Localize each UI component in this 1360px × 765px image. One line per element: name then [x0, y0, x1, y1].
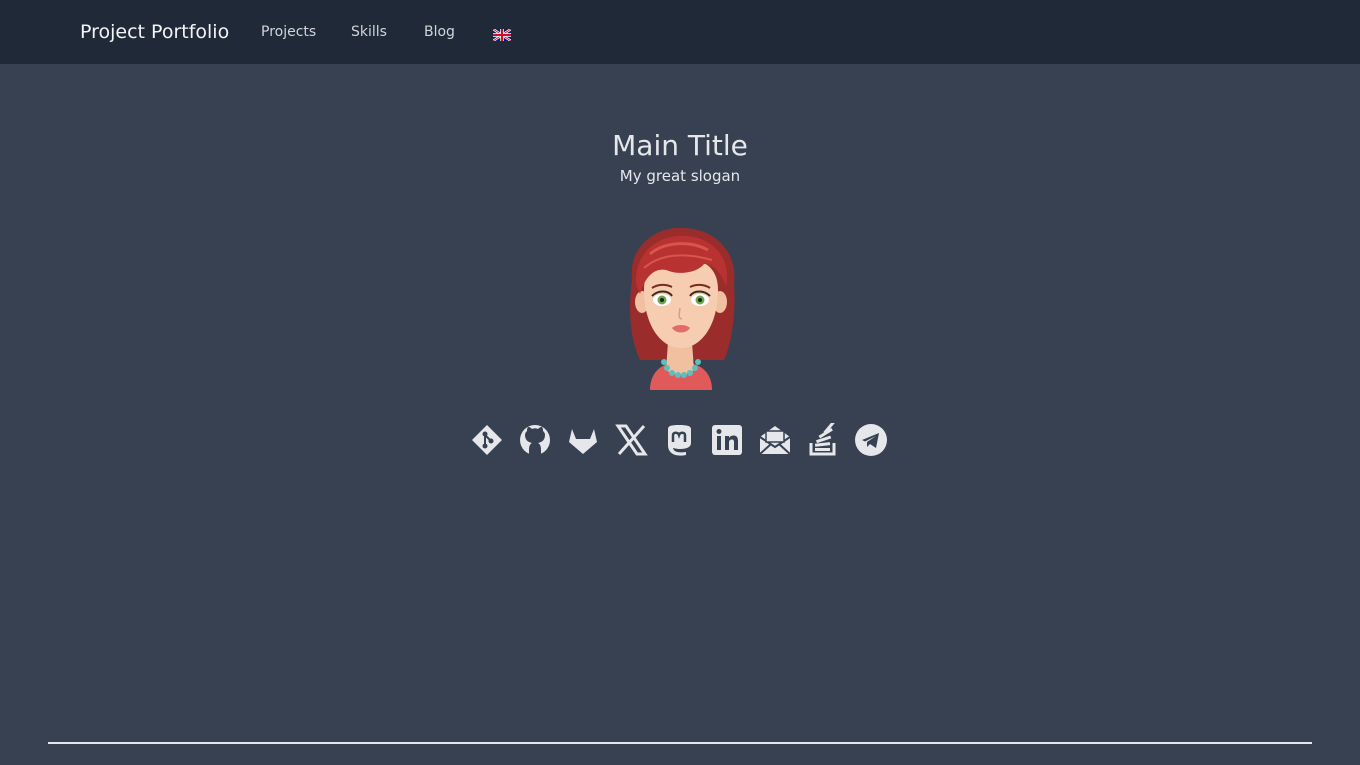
avatar	[620, 224, 740, 390]
navbar: Project Portfolio Projects Skills Blog	[0, 0, 1360, 64]
page-slogan: My great slogan	[619, 167, 741, 185]
mastodon-icon[interactable]	[662, 422, 696, 458]
footer-divider	[48, 742, 1312, 744]
email-icon[interactable]	[758, 422, 792, 458]
linkedin-icon[interactable]	[710, 422, 744, 458]
github-icon[interactable]	[518, 422, 552, 458]
brand-link[interactable]: Project Portfolio	[80, 20, 229, 44]
nav-link-projects[interactable]: Projects	[261, 23, 316, 41]
social-links	[470, 422, 890, 458]
stackoverflow-icon[interactable]	[806, 422, 840, 458]
gitlab-icon[interactable]	[566, 422, 600, 458]
nav-link-blog[interactable]: Blog	[424, 23, 455, 41]
x-twitter-icon[interactable]	[614, 422, 648, 458]
uk-flag-icon[interactable]	[492, 26, 512, 42]
telegram-icon[interactable]	[854, 422, 888, 458]
page-title: Main Title	[612, 129, 748, 162]
nav-link-skills[interactable]: Skills	[351, 23, 387, 41]
git-icon[interactable]	[470, 422, 504, 458]
